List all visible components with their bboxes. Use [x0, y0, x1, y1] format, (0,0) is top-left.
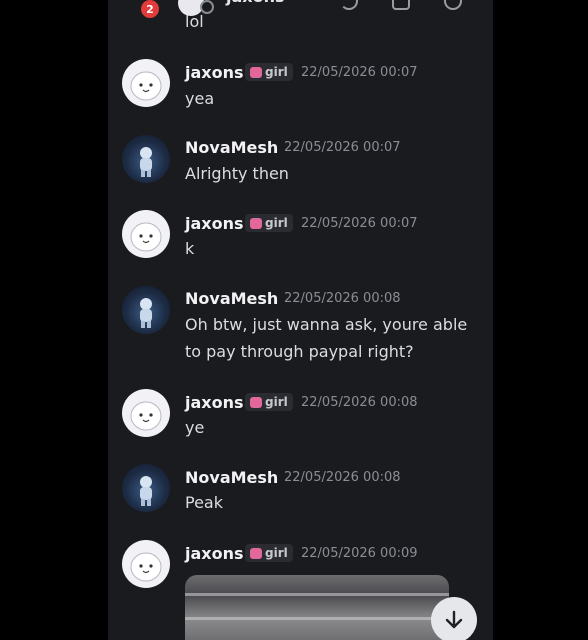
message-text: Alrighty then — [185, 164, 289, 183]
message-text-line: Oh btw, just wanna ask, youre able — [185, 315, 468, 334]
timestamp: 22/05/2026 00:08 — [284, 291, 401, 306]
crown-icon — [250, 217, 262, 229]
role-tag-label: girl — [265, 395, 288, 409]
role-tag[interactable]: girl — [245, 393, 293, 411]
scroll-to-bottom-button[interactable] — [431, 597, 477, 640]
role-tag-label: girl — [265, 216, 288, 230]
avatar[interactable] — [122, 540, 170, 588]
role-tag-label: girl — [265, 546, 288, 560]
notification-badge[interactable]: 2 — [141, 0, 159, 18]
avatar[interactable] — [122, 210, 170, 258]
message-text: ye — [185, 418, 205, 437]
crown-icon — [250, 396, 262, 408]
message-text: yea — [185, 89, 215, 108]
message-text: k — [185, 239, 195, 258]
avatar[interactable] — [122, 464, 170, 512]
ghost-avatar-icon — [130, 552, 162, 582]
attachment-detail — [185, 617, 449, 620]
astronaut-avatar-icon — [140, 298, 152, 328]
timestamp: 22/05/2026 00:08 — [301, 395, 418, 410]
author-name[interactable]: NovaMesh — [185, 138, 278, 157]
timestamp: 22/05/2026 00:07 — [301, 216, 418, 231]
author-name[interactable]: jaxons — [185, 214, 244, 233]
timestamp: 22/05/2026 00:08 — [284, 470, 401, 485]
timestamp: 22/05/2026 00:09 — [301, 546, 418, 561]
ghost-avatar-icon — [130, 222, 162, 252]
search-icon[interactable] — [444, 0, 462, 10]
message-text-line: to pay through paypal right? — [185, 342, 414, 361]
author-name[interactable]: jaxons — [185, 544, 244, 563]
role-tag[interactable]: girl — [245, 214, 293, 232]
role-tag[interactable]: girl — [245, 544, 293, 562]
avatar[interactable] — [122, 389, 170, 437]
author-name[interactable]: jaxons — [185, 393, 244, 412]
avatar[interactable] — [122, 59, 170, 107]
avatar[interactable] — [122, 135, 170, 183]
ghost-avatar-icon — [130, 71, 162, 101]
author-name[interactable]: jaxons — [185, 63, 244, 82]
astronaut-avatar-icon — [140, 147, 152, 177]
timestamp: 22/05/2026 00:07 — [301, 65, 418, 80]
role-tag-label: girl — [265, 65, 288, 79]
author-name[interactable]: NovaMesh — [185, 468, 278, 487]
chat-screen: 2 jaxons lol jaxons girl 22/05/2026 00:0… — [108, 0, 493, 640]
attachment-detail — [185, 593, 449, 596]
arrow-down-icon — [445, 610, 463, 629]
astronaut-avatar-icon — [140, 476, 152, 506]
channel-name[interactable]: jaxons — [226, 0, 285, 6]
message-text: Peak — [185, 493, 223, 512]
timestamp: 22/05/2026 00:07 — [284, 140, 401, 155]
call-icon[interactable] — [340, 0, 358, 10]
previous-message-text: lol — [185, 12, 204, 31]
crown-icon — [250, 547, 262, 559]
image-attachment[interactable] — [185, 575, 449, 640]
role-tag[interactable]: girl — [245, 63, 293, 81]
top-bar: 2 jaxons — [108, 0, 493, 22]
avatar[interactable] — [122, 286, 170, 334]
crown-icon — [250, 66, 262, 78]
author-name[interactable]: NovaMesh — [185, 289, 278, 308]
video-icon[interactable] — [392, 0, 410, 10]
ghost-avatar-icon — [130, 401, 162, 431]
